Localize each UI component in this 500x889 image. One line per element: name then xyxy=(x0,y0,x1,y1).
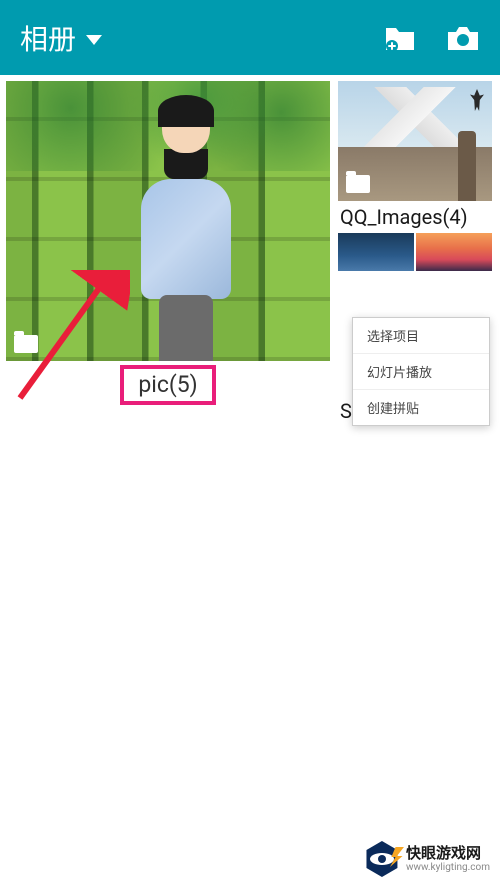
header-actions xyxy=(384,24,480,52)
album-qq-label: QQ_Images(4) xyxy=(338,201,492,233)
thumb-clouds[interactable] xyxy=(338,233,414,271)
folder-icon xyxy=(14,335,38,353)
album-grid: pic(5) QQ_Images(4) 选择项目 幻灯片播放 xyxy=(0,75,500,433)
app-header: 相册 xyxy=(0,0,500,75)
album-screenshots-thumbnail[interactable]: 选择项目 幻灯片播放 创建拼贴 xyxy=(338,275,492,395)
menu-item-collage[interactable]: 创建拼贴 xyxy=(353,390,489,425)
album-qq-thumbnail[interactable] xyxy=(338,81,492,201)
context-menu: 选择项目 幻灯片播放 创建拼贴 xyxy=(352,317,490,426)
camera-icon[interactable] xyxy=(446,24,480,52)
album-pic[interactable]: pic(5) xyxy=(6,81,330,427)
menu-item-slideshow[interactable]: 幻灯片播放 xyxy=(353,354,489,390)
watermark: 快眼游戏网 www.kyligting.com xyxy=(364,841,490,877)
album-qq-images[interactable]: QQ_Images(4) xyxy=(338,81,492,271)
menu-item-select[interactable]: 选择项目 xyxy=(353,318,489,354)
album-pic-thumbnail[interactable] xyxy=(6,81,330,361)
dropdown-arrow-icon xyxy=(86,35,102,45)
watermark-name: 快眼游戏网 xyxy=(406,845,490,862)
add-folder-icon[interactable] xyxy=(384,24,416,52)
header-title-dropdown[interactable]: 相册 xyxy=(20,18,102,58)
header-title: 相册 xyxy=(20,18,76,58)
album-right-column: QQ_Images(4) 选择项目 幻灯片播放 创建拼贴 Screenshots… xyxy=(338,81,492,427)
watermark-logo-icon xyxy=(364,841,400,877)
folder-icon xyxy=(346,175,370,193)
album-qq-subthumbs xyxy=(338,233,492,271)
album-screenshots[interactable]: 选择项目 幻灯片播放 创建拼贴 Screenshots(8) xyxy=(338,275,492,427)
thumb-sunset[interactable] xyxy=(416,233,492,271)
watermark-url: www.kyligting.com xyxy=(406,862,490,873)
album-pic-label: pic(5) xyxy=(120,365,215,405)
